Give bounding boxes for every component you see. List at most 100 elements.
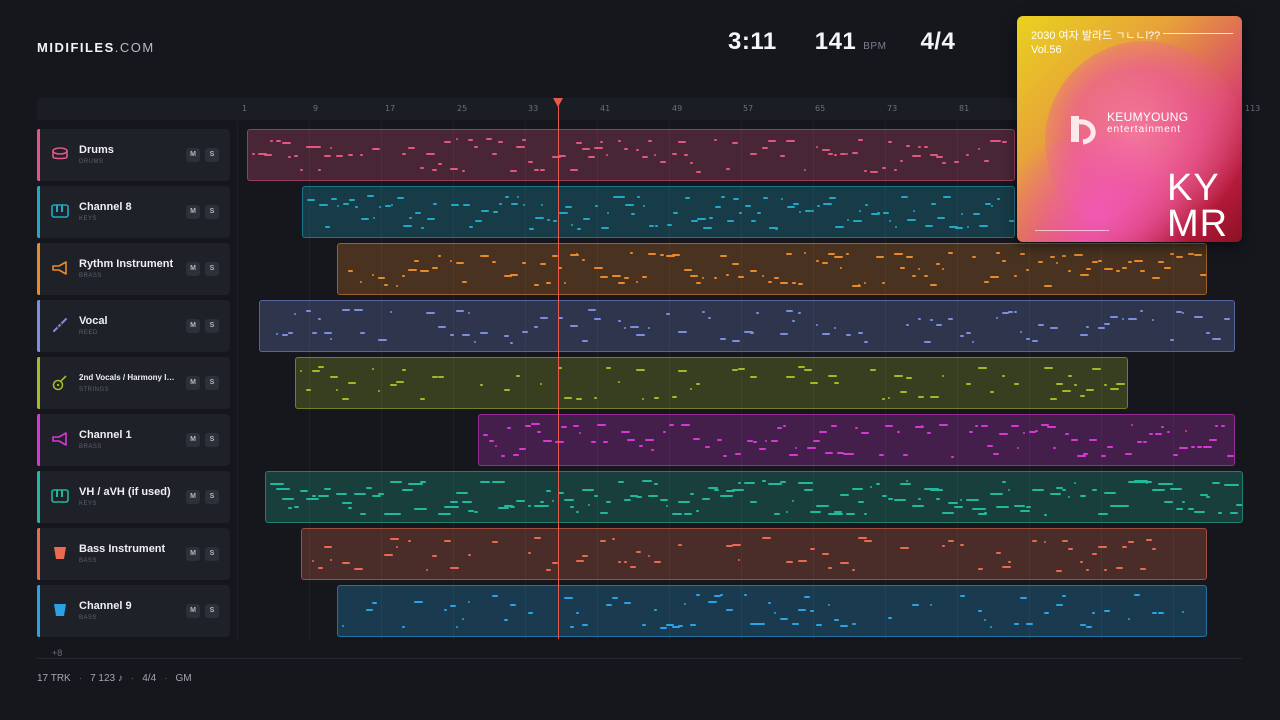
midi-note (642, 624, 646, 627)
midi-note (630, 326, 639, 329)
midi-note (378, 389, 380, 392)
mute-button[interactable]: M (186, 490, 200, 504)
midi-note (450, 567, 459, 570)
midi-note (936, 263, 940, 265)
track-name: Rythm Instrument (79, 258, 174, 270)
midi-note (810, 382, 818, 385)
playhead[interactable] (558, 104, 559, 639)
solo-button[interactable]: S (205, 433, 219, 447)
midi-clip[interactable] (478, 414, 1235, 466)
midi-note (1020, 252, 1025, 255)
midi-note (822, 552, 829, 555)
mute-button[interactable]: M (186, 604, 200, 618)
midi-clip[interactable] (302, 186, 1015, 238)
solo-button[interactable]: S (205, 376, 219, 390)
midi-note (1188, 508, 1194, 510)
midi-note (504, 389, 510, 391)
midi-note (870, 486, 872, 489)
midi-note (576, 612, 579, 615)
track-type: BASS (79, 558, 98, 564)
midi-note (990, 390, 994, 393)
midi-note (991, 205, 993, 207)
midi-note (727, 219, 734, 222)
track-header[interactable]: Vocal REED M S (37, 300, 230, 352)
midi-note (312, 494, 316, 497)
midi-note (409, 216, 412, 219)
midi-note (810, 511, 821, 514)
mute-button[interactable]: M (186, 319, 200, 333)
midi-note (649, 225, 654, 228)
track-header[interactable]: Bass Instrument BASS M S (37, 528, 230, 580)
midi-note (786, 375, 795, 378)
solo-button[interactable]: S (205, 490, 219, 504)
playhead-handle[interactable] (553, 98, 563, 107)
midi-note (468, 553, 471, 556)
midi-clip[interactable] (337, 243, 1207, 295)
footer-divider (37, 658, 1242, 659)
mute-button[interactable]: M (186, 262, 200, 276)
solo-button[interactable]: S (205, 205, 219, 219)
midi-clip[interactable] (337, 585, 1207, 637)
midi-note (1152, 611, 1157, 614)
track-header[interactable]: Channel 1 BRASS M S (37, 414, 230, 466)
mute-button[interactable]: M (186, 547, 200, 561)
solo-button[interactable]: S (205, 262, 219, 276)
midi-clip[interactable] (295, 357, 1128, 409)
midi-note (1194, 316, 1203, 319)
midi-note (1116, 566, 1123, 569)
midi-note (792, 499, 794, 502)
midi-note (606, 366, 611, 369)
midi-note (885, 424, 893, 427)
midi-clip[interactable] (265, 471, 1243, 523)
midi-note (865, 203, 868, 206)
mute-button[interactable]: M (186, 148, 200, 162)
midi-note (1056, 486, 1063, 489)
mute-button[interactable]: M (186, 433, 200, 447)
midi-clip[interactable] (301, 528, 1207, 580)
midi-note (684, 269, 692, 272)
midi-note (468, 312, 470, 315)
midi-note (1128, 541, 1134, 543)
midi-note (1104, 384, 1107, 387)
track-header[interactable]: Channel 8 KEYS M S (37, 186, 230, 238)
midi-note (750, 376, 757, 379)
track-header[interactable]: Channel 9 BASS M S (37, 585, 230, 637)
midi-note (1182, 610, 1184, 613)
midi-note (1191, 445, 1195, 448)
track-header[interactable]: Rythm Instrument BRASS M S (37, 243, 230, 295)
midi-note (1038, 261, 1043, 263)
midi-note (654, 153, 656, 156)
mute-button[interactable]: M (186, 376, 200, 390)
midi-note (780, 154, 785, 157)
midi-note (966, 332, 971, 335)
midi-note (651, 448, 654, 451)
midi-note (879, 453, 884, 456)
midi-clip[interactable] (259, 300, 1235, 352)
midi-note (942, 267, 944, 270)
solo-button[interactable]: S (205, 547, 219, 561)
more-tracks-count[interactable]: +8 (52, 648, 62, 658)
midi-clip[interactable] (247, 129, 1015, 181)
solo-button[interactable]: S (205, 604, 219, 618)
midi-note (1176, 507, 1183, 510)
track-header[interactable]: Drums DRUMS M S (37, 129, 230, 181)
midi-note (582, 339, 588, 342)
solo-button[interactable]: S (205, 319, 219, 333)
midi-note (936, 498, 940, 501)
track-header[interactable]: VH / aVH (if used) KEYS M S (37, 471, 230, 523)
track-header[interactable]: 2nd Vocals / Harmony Ins... STRINGS M S (37, 357, 230, 409)
midi-note (1020, 510, 1030, 513)
midi-note (456, 309, 464, 312)
midi-note (975, 424, 978, 427)
midi-note (336, 155, 343, 158)
midi-note (534, 326, 538, 329)
mute-button[interactable]: M (186, 205, 200, 219)
solo-button[interactable]: S (205, 148, 219, 162)
midi-note (918, 498, 921, 501)
midi-note (1038, 489, 1041, 492)
midi-note (493, 211, 498, 214)
midi-note (318, 168, 321, 171)
midi-note (798, 609, 806, 612)
midi-note (1011, 425, 1019, 428)
midi-note (924, 340, 931, 343)
